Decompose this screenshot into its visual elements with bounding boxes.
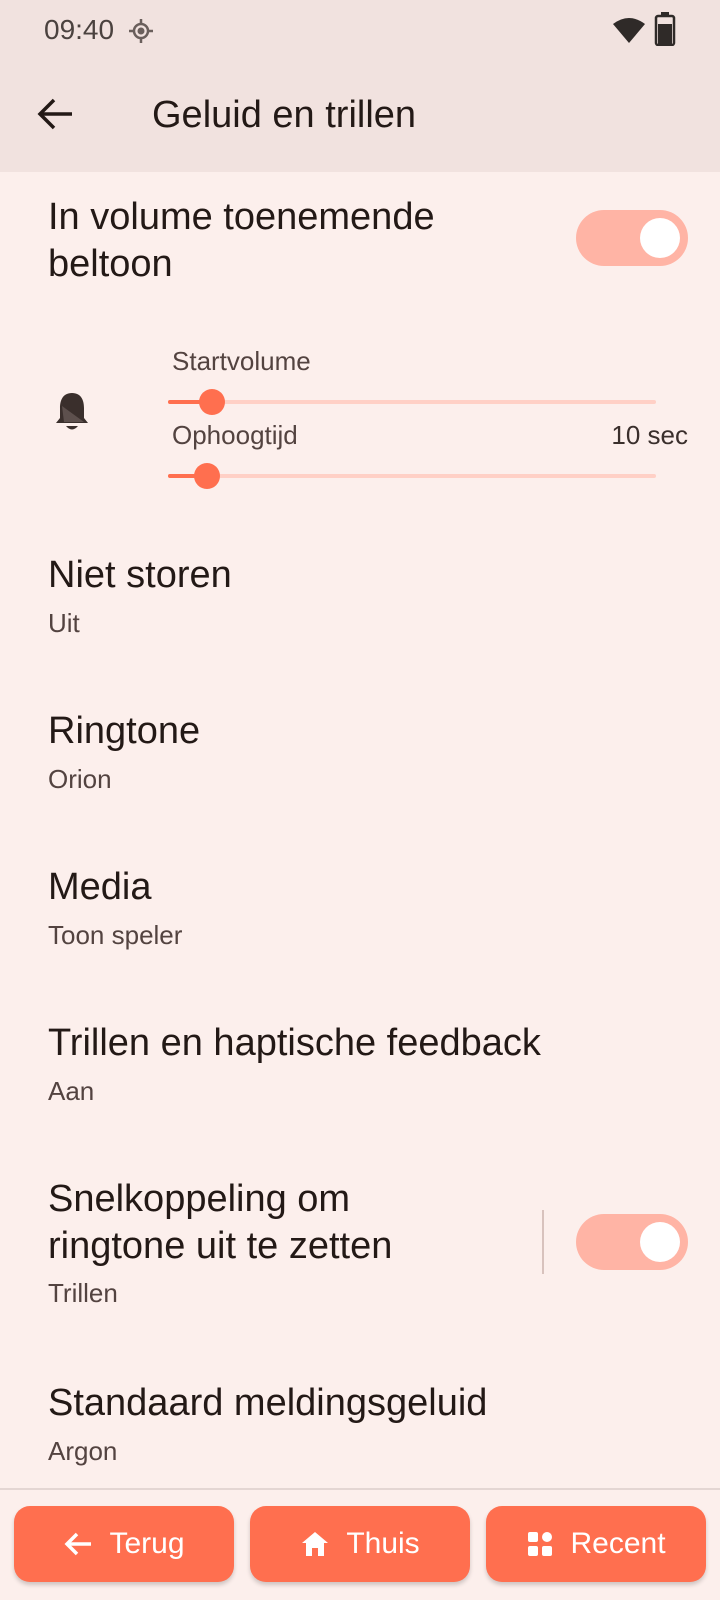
ramp-time-slider[interactable] [168, 463, 656, 489]
bottom-navigation: Terug Thuis Recent [0, 1488, 720, 1600]
list-item-summary: Aan [48, 1076, 95, 1106]
vertical-divider [542, 1210, 544, 1274]
increasing-ring-row[interactable]: In volume toenemende beltoon [0, 172, 720, 312]
ramp-time-thumb[interactable] [194, 463, 221, 489]
list-item-summary: Uit [48, 608, 80, 638]
location-icon [129, 19, 153, 43]
home-icon [302, 1532, 329, 1556]
list-item-do-not-disturb[interactable]: Niet storen Uit [0, 554, 720, 664]
status-time: 09:40 [44, 14, 115, 45]
battery-icon [654, 12, 676, 46]
back-button[interactable]: Terug [14, 1506, 234, 1582]
list-item-title: Ringtone [48, 710, 201, 752]
bell-icon [56, 393, 88, 430]
list-item-media[interactable]: Media Toon speler [0, 866, 720, 976]
list-item-summary: Toon speler [48, 920, 183, 950]
list-item-notification-sound[interactable]: Standaard meldingsgeluid Argon [0, 1382, 720, 1482]
switch-knob [640, 218, 680, 258]
start-volume-label: Startvolume [172, 346, 311, 376]
list-item-summary: Argon [48, 1436, 118, 1466]
ramp-time-label: Ophoogtijd [172, 420, 298, 450]
arrow-left-icon [64, 1532, 92, 1556]
shortcut-title-line2: ringtone uit te zetten [48, 1225, 393, 1267]
list-item-title: Media [48, 866, 152, 908]
start-volume-thumb[interactable] [198, 389, 225, 415]
recent-button[interactable]: Recent [486, 1506, 706, 1582]
ramp-time-value: 10 sec [611, 420, 688, 450]
list-item-title: Niet storen [48, 554, 232, 596]
recent-button-label: Recent [570, 1527, 666, 1560]
increasing-ring-title-line1: In volume toenemende [48, 196, 435, 238]
list-item-title: Trillen en haptische feedback [48, 1022, 541, 1064]
switch-knob [640, 1222, 680, 1262]
arrow-left-icon[interactable] [34, 92, 78, 136]
wifi-icon [613, 18, 645, 43]
settings-list: In volume toenemende beltoon Startvolume… [0, 172, 720, 1488]
list-item-summary: Trillen [48, 1278, 118, 1308]
page-title: Geluid en trillen [152, 94, 417, 136]
list-item-ringtone[interactable]: Ringtone Orion [0, 710, 720, 820]
list-item-vibration[interactable]: Trillen en haptische feedback Aan [0, 1022, 720, 1132]
back-button-label: Terug [109, 1527, 185, 1560]
ring-shortcut-switch[interactable] [576, 1214, 688, 1270]
home-button-label: Thuis [346, 1527, 420, 1560]
list-item-summary: Orion [48, 764, 112, 794]
increasing-ring-title-line2: beltoon [48, 243, 173, 285]
list-item-title: Standaard meldingsgeluid [48, 1382, 488, 1424]
increasing-ring-switch[interactable] [576, 210, 688, 266]
shortcut-title-line1: Snelkoppeling om [48, 1178, 351, 1220]
home-button[interactable]: Thuis [250, 1506, 470, 1582]
grid-icon [528, 1532, 553, 1556]
start-volume-slider[interactable] [168, 389, 656, 415]
top-bar: 09:40 Geluid en trillen [0, 0, 720, 172]
settings-screen: 09:40 Geluid en trillen In volume toenem… [0, 0, 720, 1600]
